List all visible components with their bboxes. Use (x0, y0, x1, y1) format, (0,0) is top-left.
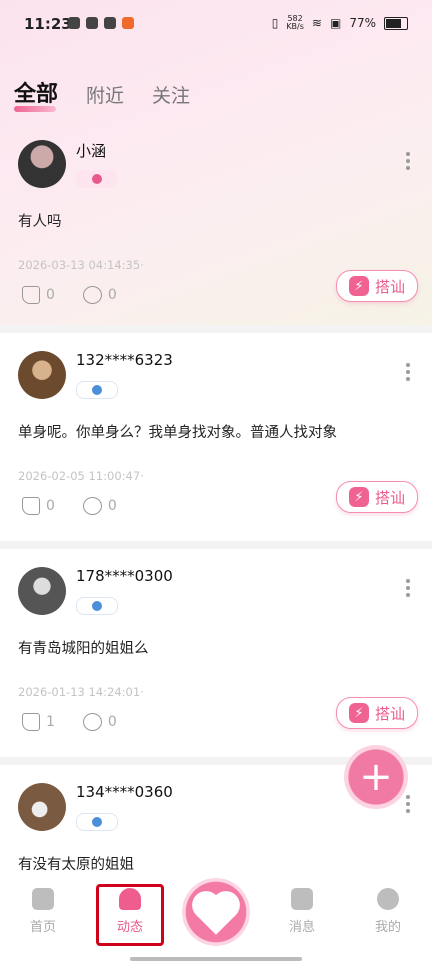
net-speed: 582 KB/s (286, 15, 304, 31)
sim-icon: ▣ (329, 16, 342, 30)
comment-icon (82, 497, 102, 515)
nav-home-label: 首页 (29, 920, 56, 935)
net-speed-unit: KB/s (286, 22, 304, 31)
more-options-button[interactable] (406, 152, 410, 170)
post-time: 2026-01-13 14:24:01· (18, 685, 144, 699)
like-button[interactable]: 1 (22, 713, 55, 731)
comment-count: 0 (107, 714, 117, 730)
feed-tabs: 全部 附近 关注 (14, 76, 190, 112)
post-content: 有没有太原的姐姐 (18, 857, 134, 873)
comment-icon (82, 713, 102, 731)
chat-up-button[interactable]: ⚡ 搭讪 (336, 270, 418, 302)
heart-handshake-icon (196, 895, 236, 935)
nav-mine-label: 我的 (374, 920, 401, 935)
post-card: 178****0300 有青岛城阳的姐姐么 2026-01-13 14:24:0… (0, 549, 432, 757)
post-time: 2026-03-13 04:14:35· (18, 258, 144, 272)
status-time: 11:23 (24, 15, 72, 33)
mail-icon (104, 17, 116, 29)
like-count: 0 (46, 498, 55, 514)
nav-feed[interactable]: 动态 (100, 888, 160, 935)
thumbs-up-icon (22, 497, 40, 515)
planet-icon (119, 888, 141, 910)
post-card: 132****6323 单身呢。你单身么？我单身找对象。普通人找对象 2026-… (0, 333, 432, 541)
comment-button[interactable]: 0 (82, 286, 117, 304)
thumbs-up-icon (22, 286, 40, 304)
app-notification-icon (86, 17, 98, 29)
nav-messages-label: 消息 (288, 920, 315, 935)
comment-icon (82, 286, 102, 304)
divider (0, 541, 432, 549)
post-author[interactable]: 134****0360 (76, 783, 173, 801)
lightning-icon: ⚡ (348, 276, 369, 296)
lightning-icon (291, 888, 313, 910)
male-icon (92, 817, 102, 827)
lightning-icon: ⚡ (348, 487, 369, 507)
avatar[interactable] (18, 567, 66, 615)
battery-icon (384, 16, 408, 30)
lightning-icon: ⚡ (348, 703, 369, 723)
comment-button[interactable]: 0 (82, 497, 117, 515)
nav-feed-label: 动态 (116, 920, 143, 935)
post-author[interactable]: 132****6323 (76, 351, 173, 369)
post-actions: 0 0 (22, 497, 117, 515)
post-author[interactable]: 178****0300 (76, 567, 173, 585)
tab-nearby[interactable]: 附近 (86, 81, 124, 108)
status-bar: 11:23 ▯ 582 KB/s ≋ ▣ 77% (0, 0, 432, 50)
post-card: 小涵 有人吗 2026-03-13 04:14:35· 0 0 ⚡ 搭讪 (0, 122, 432, 325)
nav-mine[interactable]: 我的 (358, 888, 418, 935)
home-indicator (130, 957, 302, 961)
post-actions: 0 0 (22, 286, 117, 304)
like-button[interactable]: 0 (22, 497, 55, 515)
thumbs-up-icon (22, 713, 40, 731)
comment-count: 0 (107, 287, 117, 303)
post-time: 2026-02-05 11:00:47· (18, 469, 144, 483)
comment-count: 0 (107, 498, 117, 514)
add-post-button[interactable]: + (344, 745, 408, 809)
chat-up-label: 搭讪 (374, 488, 405, 507)
battery-percent: 77% (349, 16, 376, 30)
post-author[interactable]: 小涵 (76, 140, 106, 161)
chat-up-label: 搭讪 (374, 704, 405, 723)
chat-up-button[interactable]: ⚡ 搭讪 (336, 697, 418, 729)
male-icon (92, 385, 102, 395)
profile-icon (377, 888, 399, 910)
more-options-button[interactable] (406, 363, 410, 381)
home-icon (32, 888, 54, 910)
gender-badge (76, 597, 118, 615)
gender-badge (76, 170, 118, 188)
status-notification-icons (68, 17, 134, 29)
gender-badge (76, 813, 118, 831)
chat-up-label: 搭讪 (374, 277, 405, 296)
male-icon (92, 601, 102, 611)
more-options-button[interactable] (406, 579, 410, 597)
tab-all[interactable]: 全部 (14, 76, 58, 112)
gender-badge (76, 381, 118, 399)
shield-icon (68, 17, 80, 29)
like-count: 0 (46, 287, 55, 303)
like-count: 1 (46, 714, 55, 730)
tab-following[interactable]: 关注 (152, 81, 190, 108)
avatar[interactable] (18, 351, 66, 399)
female-icon (92, 174, 102, 184)
post-actions: 1 0 (22, 713, 117, 731)
vibrate-icon: ▯ (271, 16, 279, 30)
wifi-icon: ≋ (311, 16, 322, 30)
match-button[interactable] (182, 878, 250, 946)
comment-button[interactable]: 0 (82, 713, 117, 731)
avatar[interactable] (18, 140, 66, 188)
app-notification-icon (122, 17, 134, 29)
avatar[interactable] (18, 783, 66, 831)
more-options-button[interactable] (406, 795, 410, 813)
post-content: 有青岛城阳的姐姐么 (18, 641, 149, 657)
chat-up-button[interactable]: ⚡ 搭讪 (336, 481, 418, 513)
status-right: ▯ 582 KB/s ≋ ▣ 77% (272, 15, 408, 31)
divider (0, 325, 432, 333)
post-content: 有人吗 (18, 214, 62, 230)
nav-messages[interactable]: 消息 (272, 888, 332, 935)
post-content: 单身呢。你单身么？我单身找对象。普通人找对象 (18, 425, 337, 441)
nav-home[interactable]: 首页 (13, 888, 73, 935)
like-button[interactable]: 0 (22, 286, 55, 304)
